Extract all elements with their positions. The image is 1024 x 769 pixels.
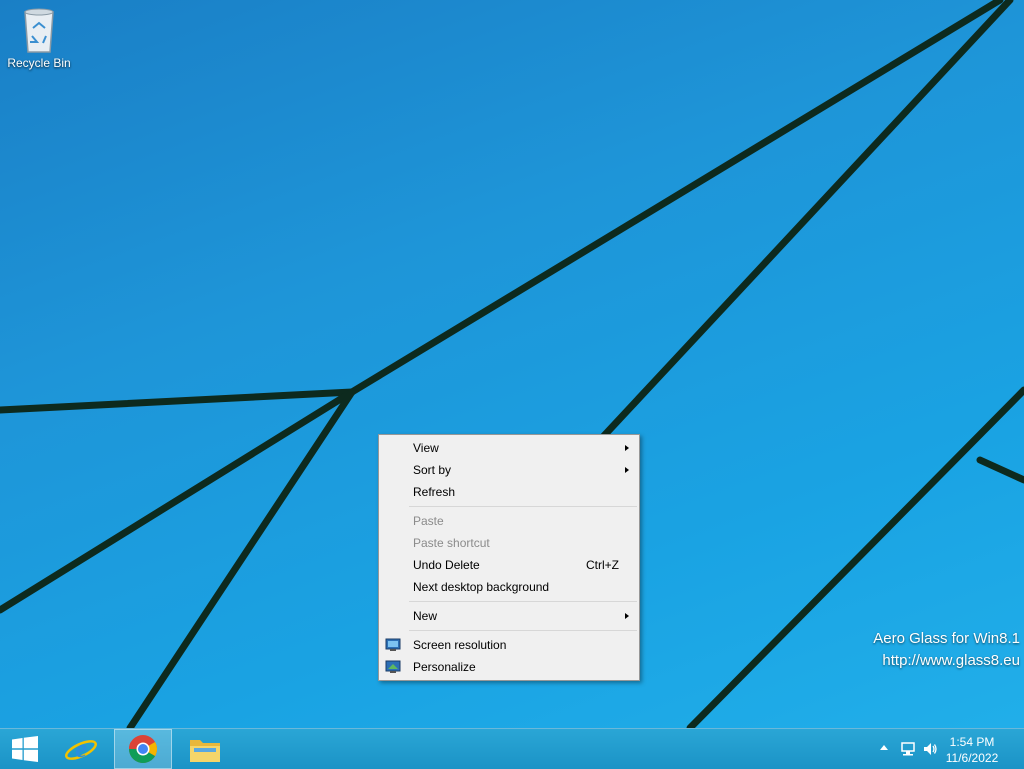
menu-item-label: Paste: [413, 514, 444, 528]
volume-icon[interactable]: [922, 741, 938, 757]
submenu-arrow-icon: [625, 467, 629, 473]
recycle-bin-icon: [24, 8, 54, 53]
menu-item-label: Undo Delete: [413, 558, 480, 572]
watermark-line1: Aero Glass for Win8.1: [873, 630, 1020, 647]
menu-item-new[interactable]: New: [379, 605, 639, 627]
watermark-line2: http://www.glass8.eu: [882, 652, 1020, 669]
recycle-bin-shortcut[interactable]: Recycle Bin: [4, 6, 74, 70]
menu-item-label: Personalize: [413, 660, 476, 674]
desktop-context-menu: View Sort by Refresh Paste Paste shortcu…: [378, 434, 640, 681]
clock-date: 11/6/2022: [945, 751, 999, 765]
clock-time: 1:54 PM: [949, 735, 995, 749]
network-icon[interactable]: [900, 741, 916, 757]
taskbar-internet-explorer[interactable]: e: [54, 729, 108, 769]
menu-item-label: Paste shortcut: [413, 536, 490, 550]
recycle-bin-label: Recycle Bin: [7, 56, 71, 70]
menu-item-undo-delete[interactable]: Undo Delete Ctrl+Z: [379, 554, 639, 576]
submenu-arrow-icon: [625, 445, 629, 451]
personalize-icon: [385, 660, 401, 673]
folder-icon: [190, 740, 220, 762]
menu-item-paste: Paste: [379, 510, 639, 532]
svg-text:e: e: [75, 734, 87, 763]
aero-glass-watermark: Aero Glass for Win8.1 http://www.glass8.…: [873, 628, 1020, 672]
menu-item-view[interactable]: View: [379, 437, 639, 459]
menu-item-label: Refresh: [413, 485, 456, 499]
menu-item-label: Next desktop background: [413, 580, 550, 594]
start-button[interactable]: [0, 729, 50, 769]
menu-item-sort-by[interactable]: Sort by: [379, 459, 639, 481]
monitor-icon: [385, 638, 401, 651]
menu-item-label: Screen resolution: [413, 638, 507, 652]
menu-separator: [409, 506, 637, 507]
taskbar-chrome[interactable]: [114, 729, 172, 769]
system-tray: 1:54 PM 11/6/2022: [864, 729, 1024, 769]
menu-item-screen-resolution[interactable]: Screen resolution: [379, 634, 639, 656]
menu-item-label: View: [413, 441, 439, 455]
clock[interactable]: 1:54 PM 11/6/2022: [942, 734, 1002, 766]
menu-item-label: Sort by: [413, 463, 452, 477]
menu-item-next-desktop-background[interactable]: Next desktop background: [379, 576, 639, 598]
windows-logo-icon: [12, 736, 38, 762]
menu-separator: [409, 630, 637, 631]
menu-item-shortcut: Ctrl+Z: [586, 558, 619, 572]
taskbar: e 1:54 PM 11/6/2022: [0, 728, 1024, 769]
ie-icon: e: [65, 734, 97, 763]
submenu-arrow-icon: [625, 613, 629, 619]
menu-item-label: New: [413, 609, 438, 623]
show-hidden-icons-icon[interactable]: [880, 745, 888, 750]
menu-item-refresh[interactable]: Refresh: [379, 481, 639, 503]
menu-separator: [409, 601, 637, 602]
taskbar-file-explorer[interactable]: [178, 729, 232, 769]
menu-item-personalize[interactable]: Personalize: [379, 656, 639, 678]
chrome-icon: [128, 735, 157, 763]
menu-item-paste-shortcut: Paste shortcut: [379, 532, 639, 554]
